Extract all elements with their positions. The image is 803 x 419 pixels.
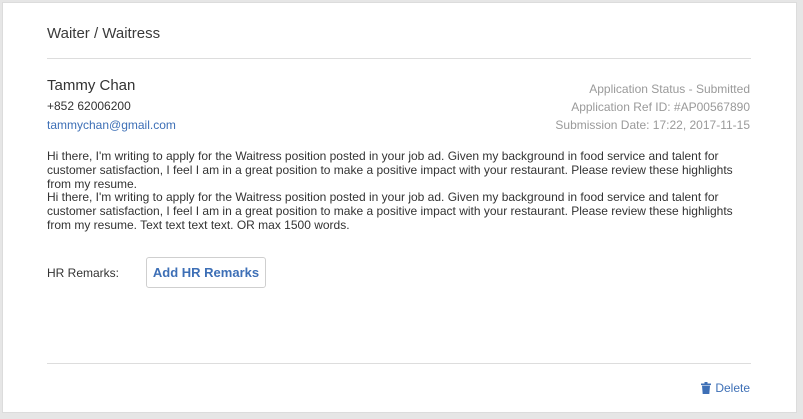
add-hr-remarks-button[interactable]: Add HR Remarks bbox=[146, 257, 266, 288]
applicant-email-link[interactable]: tammychan@gmail.com bbox=[47, 118, 176, 132]
bottom-divider bbox=[47, 363, 751, 364]
delete-button[interactable]: Delete bbox=[701, 381, 750, 395]
trash-icon bbox=[701, 382, 712, 394]
application-ref-id: Application Ref ID: #AP00567890 bbox=[571, 100, 750, 114]
delete-label: Delete bbox=[715, 381, 750, 395]
cover-letter-paragraph: Hi there, I'm writing to apply for the W… bbox=[47, 190, 733, 232]
applicant-name: Tammy Chan bbox=[47, 77, 136, 94]
top-divider bbox=[47, 58, 751, 59]
application-card: Waiter / Waitress Tammy Chan +852 620062… bbox=[2, 2, 797, 413]
cover-letter-paragraph: Hi there, I'm writing to apply for the W… bbox=[47, 149, 733, 191]
application-status: Application Status - Submitted bbox=[589, 82, 750, 96]
applicant-phone: +852 62006200 bbox=[47, 99, 131, 113]
job-title: Waiter / Waitress bbox=[47, 25, 161, 42]
hr-remarks-label: HR Remarks: bbox=[47, 266, 120, 280]
submission-date: Submission Date: 17:22, 2017-11-15 bbox=[555, 118, 750, 132]
